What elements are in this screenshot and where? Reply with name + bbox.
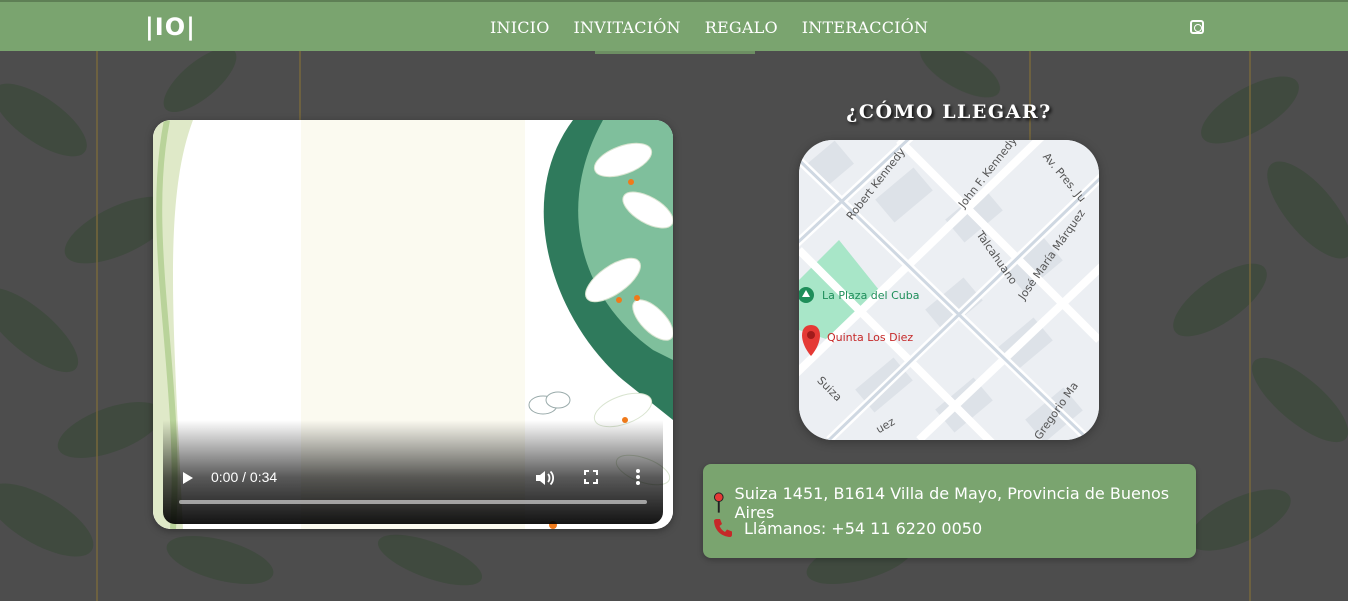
video-progress-bar[interactable] bbox=[179, 500, 647, 504]
video-time: 0:00 / 0:34 bbox=[211, 469, 278, 485]
phone-text[interactable]: Llámanos: +54 11 6220 0050 bbox=[744, 519, 982, 538]
address-text[interactable]: Suiza 1451, B1614 Villa de Mayo, Provinc… bbox=[735, 484, 1196, 522]
phone-row: Llámanos: +54 11 6220 0050 bbox=[713, 518, 982, 538]
map-pin-icon bbox=[713, 492, 724, 513]
nav-link-invitacion[interactable]: INVITACIÓN bbox=[574, 18, 681, 37]
location-map[interactable]: Robert Kennedy John F. Kennedy Av. Pres.… bbox=[799, 140, 1099, 440]
nav-link-interaccion[interactable]: INTERACCIÓN bbox=[802, 18, 928, 37]
nav-link-regalo[interactable]: REGALO bbox=[705, 18, 778, 37]
nav-links: INICIO INVITACIÓN REGALO INTERACCIÓN bbox=[490, 18, 928, 37]
more-options-icon[interactable] bbox=[635, 468, 641, 486]
place-label: Quinta Los Diez bbox=[827, 331, 914, 344]
address-row: Suiza 1451, B1614 Villa de Mayo, Provinc… bbox=[713, 484, 1196, 522]
phone-icon bbox=[714, 519, 732, 537]
play-icon[interactable] bbox=[183, 472, 193, 484]
video-controls: 0:00 / 0:34 bbox=[163, 420, 663, 524]
nav-link-inicio[interactable]: INICIO bbox=[490, 18, 550, 37]
instagram-icon[interactable] bbox=[1190, 20, 1204, 34]
site-logo[interactable]: |IO| bbox=[145, 13, 196, 41]
park-label: La Plaza del Cuba bbox=[822, 289, 920, 302]
volume-icon[interactable] bbox=[535, 469, 555, 487]
section-title-como-llegar: ¿CÓMO LLEGAR? bbox=[846, 101, 1052, 123]
contact-info-box: Suiza 1451, B1614 Villa de Mayo, Provinc… bbox=[703, 464, 1196, 558]
nav-underline-divider bbox=[595, 51, 755, 54]
top-navbar: |IO| INICIO INVITACIÓN REGALO INTERACCIÓ… bbox=[0, 0, 1348, 51]
fullscreen-icon[interactable] bbox=[584, 470, 598, 484]
video-player[interactable]: 0:00 / 0:34 bbox=[153, 120, 673, 529]
